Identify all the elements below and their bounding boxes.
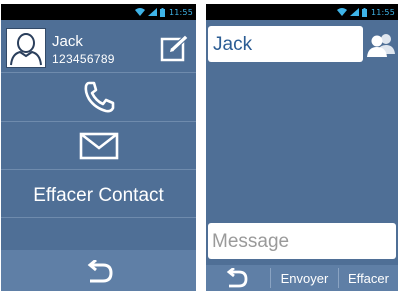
battery-icon: [159, 7, 165, 17]
bottom-bar: Envoyer Effacer: [206, 265, 398, 291]
contact-name: Jack: [52, 33, 83, 50]
signal-icon: [349, 8, 359, 16]
contacts-icon[interactable]: [366, 32, 396, 58]
phone-icon: [84, 81, 114, 113]
contact-number: 123456789: [52, 52, 115, 66]
clear-button[interactable]: Effacer: [339, 265, 398, 291]
status-bar: 11:55: [1, 4, 196, 20]
back-arrow-icon[interactable]: [87, 260, 115, 284]
status-time: 11:55: [168, 7, 193, 17]
status-time: 11:55: [370, 7, 395, 17]
edit-icon[interactable]: [160, 33, 190, 63]
message-input[interactable]: Message: [208, 223, 396, 259]
battery-icon: [361, 7, 367, 17]
delete-contact-label: Effacer Contact: [33, 185, 164, 206]
envelope-icon: [79, 132, 118, 160]
bottom-bar: [1, 250, 196, 291]
signal-icon: [147, 8, 157, 16]
back-button[interactable]: [206, 265, 270, 291]
contact-header: Jack 123456789: [1, 20, 196, 73]
wifi-icon: [134, 8, 145, 16]
message-screen: 11:55 Jack Message Envoyer Effacer: [206, 4, 398, 291]
wifi-icon: [336, 8, 347, 16]
person-icon: [6, 28, 46, 68]
delete-contact-button[interactable]: Effacer Contact: [1, 170, 196, 218]
call-button[interactable]: [1, 73, 196, 122]
recipient-field[interactable]: Jack: [208, 26, 363, 62]
back-arrow-icon: [226, 268, 248, 288]
contact-screen: 11:55 Jack 123456789 Effacer Contact: [1, 4, 196, 291]
message-button[interactable]: [1, 122, 196, 170]
send-button[interactable]: Envoyer: [271, 265, 338, 291]
status-bar: 11:55: [206, 4, 398, 20]
